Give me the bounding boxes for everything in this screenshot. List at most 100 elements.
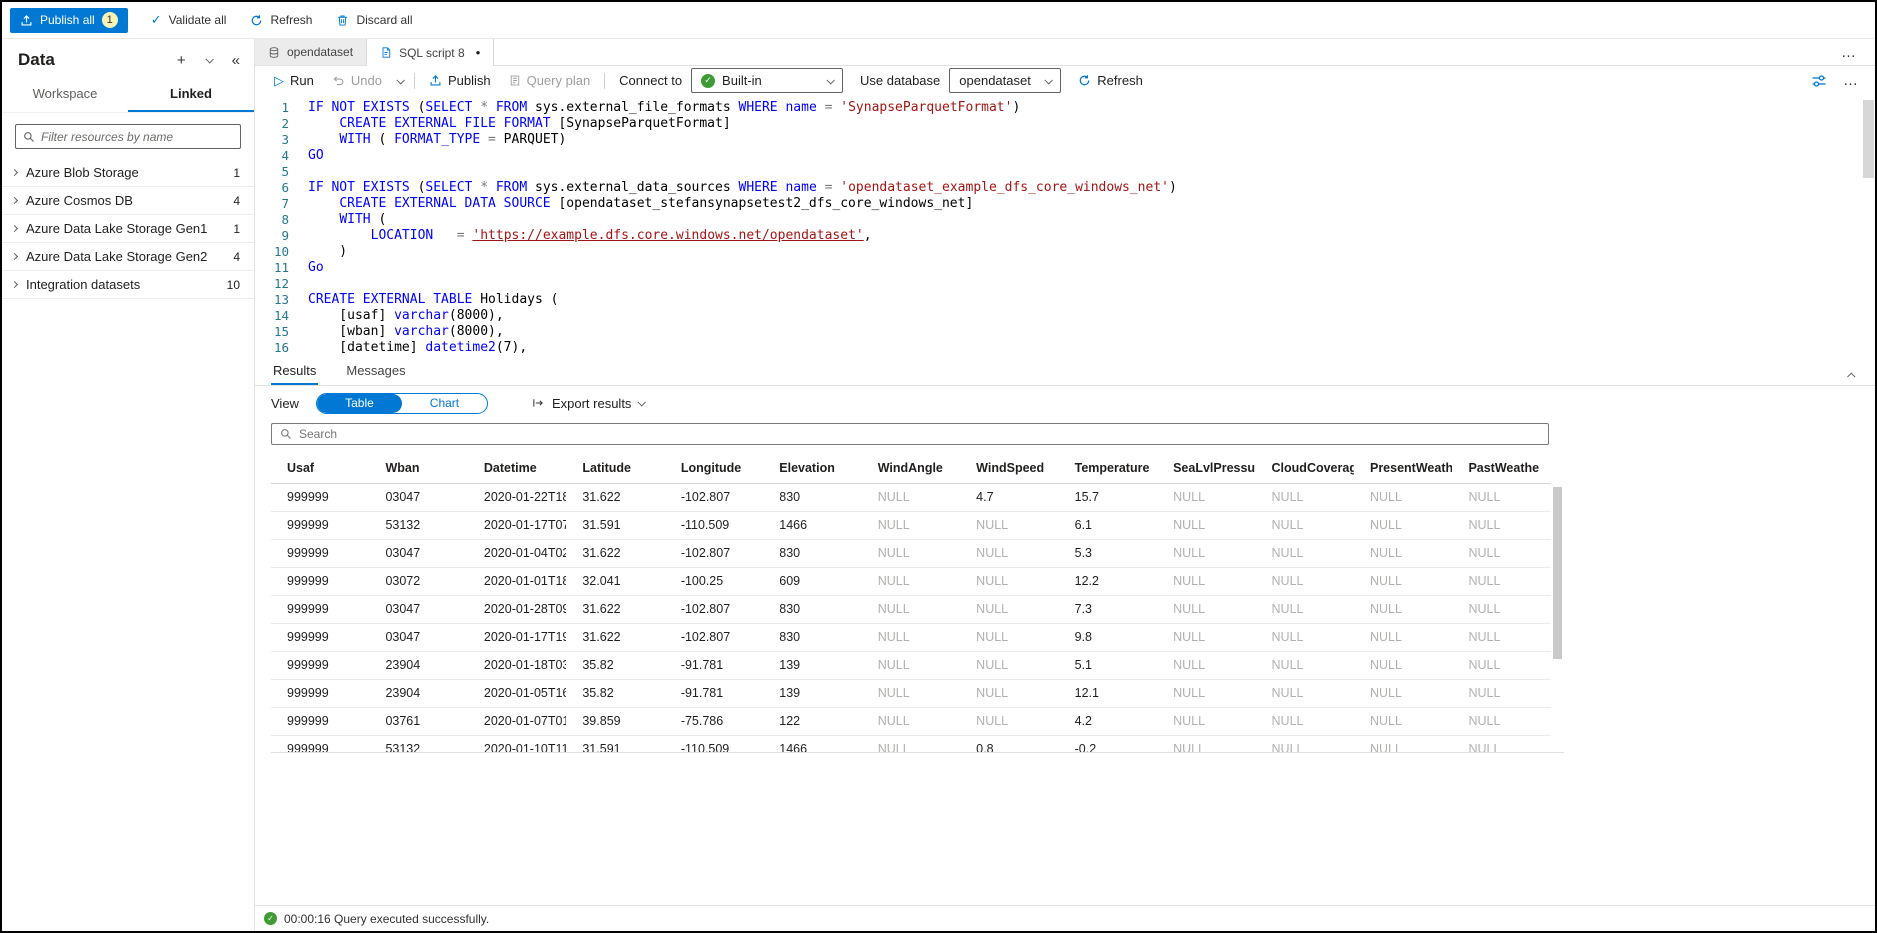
grid-cell: 2020-01-05T16:... [468, 679, 566, 707]
grid-cell: NULL [862, 651, 960, 679]
chevron-down-icon [1045, 76, 1053, 84]
line-number: 13 [255, 292, 289, 308]
editor-scrollbar[interactable] [1861, 95, 1875, 357]
code-line: 10 ) [255, 244, 1875, 260]
filter-resources-input[interactable] [41, 130, 233, 144]
tree-item[interactable]: Azure Blob Storage1 [2, 159, 254, 187]
main-area: opendataset SQL script 8 ● … ▷ Run [255, 39, 1875, 931]
tree-item[interactable]: Azure Cosmos DB4 [2, 187, 254, 215]
line-number: 7 [255, 196, 289, 212]
tree-item[interactable]: Azure Data Lake Storage Gen24 [2, 243, 254, 271]
publish-button[interactable]: Publish [420, 66, 500, 95]
discard-all-label: Discard all [356, 13, 412, 27]
view-chart-button[interactable]: Chart [402, 394, 487, 413]
query-plan-button[interactable]: Query plan [500, 66, 600, 95]
use-database-dropdown[interactable]: opendataset [949, 68, 1061, 93]
upload-icon [20, 14, 33, 27]
grid-cell: 4.2 [1059, 707, 1157, 735]
grid-cell: -102.807 [665, 595, 763, 623]
line-number: 5 [255, 164, 289, 180]
tab-workspace[interactable]: Workspace [2, 78, 128, 112]
grid-cell: -75.786 [665, 707, 763, 735]
grid-column-header: Longitude [665, 453, 763, 483]
line-number: 4 [255, 148, 289, 164]
add-resource-icon[interactable]: + [177, 53, 186, 68]
export-results-button[interactable]: Export results [531, 396, 644, 411]
tree-item[interactable]: Integration datasets10 [2, 271, 254, 299]
grid-cell: 12.2 [1059, 567, 1157, 595]
collapse-results-button[interactable] [1849, 367, 1855, 382]
tree-item-label: Azure Data Lake Storage Gen1 [26, 221, 207, 236]
grid-scrollbar[interactable] [1551, 453, 1564, 752]
undo-label: Undo [351, 73, 382, 88]
toolbar-separator [414, 73, 415, 89]
validate-all-button[interactable]: ✓ Validate all [140, 8, 238, 33]
grid-cell: 999999 [271, 707, 369, 735]
code-line: 6IF NOT EXISTS (SELECT * FROM sys.extern… [255, 180, 1875, 196]
grid-cell: 1466 [763, 511, 861, 539]
actions-chevron-icon[interactable] [206, 57, 212, 63]
grid-cell: 23904 [369, 651, 467, 679]
validate-all-label: Validate all [169, 13, 227, 27]
tab-opendataset[interactable]: opendataset [255, 39, 367, 65]
tree-item[interactable]: Azure Data Lake Storage Gen11 [2, 215, 254, 243]
sql-editor[interactable]: 1IF NOT EXISTS (SELECT * FROM sys.extern… [255, 95, 1875, 357]
code-line: 1IF NOT EXISTS (SELECT * FROM sys.extern… [255, 100, 1875, 116]
grid-cell: NULL [1452, 623, 1551, 651]
status-bar: ✓ 00:00:16 Query executed successfully. [255, 905, 1875, 931]
view-settings-icon[interactable] [1811, 73, 1827, 89]
tab-linked[interactable]: Linked [128, 78, 254, 112]
line-number: 12 [255, 276, 289, 292]
chevron-down-icon [638, 398, 646, 406]
scrollbar-thumb[interactable] [1863, 100, 1874, 178]
undo-dropdown-button[interactable] [391, 78, 409, 84]
grid-cell: 999999 [271, 595, 369, 623]
grid-cell: NULL [1452, 595, 1551, 623]
grid-cell: NULL [1256, 735, 1354, 753]
tree-item-count: 4 [233, 250, 240, 264]
play-icon: ▷ [274, 74, 284, 87]
grid-cell: NULL [1452, 483, 1551, 511]
grid-cell: 7.3 [1059, 595, 1157, 623]
more-actions-button[interactable]: … [1843, 72, 1859, 89]
code-line: 4GO [255, 148, 1875, 164]
view-table-button[interactable]: Table [317, 394, 402, 413]
grid-cell: NULL [1354, 679, 1452, 707]
tab-results[interactable]: Results [271, 357, 318, 385]
undo-button[interactable]: Undo [323, 66, 391, 95]
grid-cell: NULL [1256, 679, 1354, 707]
grid-cell: NULL [862, 511, 960, 539]
grid-column-header: WindSpeed [960, 453, 1058, 483]
publish-count-badge: 1 [102, 12, 118, 28]
refresh-all-button[interactable]: Refresh [239, 8, 323, 33]
grid-column-header: WindAngle [862, 453, 960, 483]
tree-item-label: Integration datasets [26, 277, 140, 292]
grid-column-header: Temperature [1059, 453, 1157, 483]
collapse-panel-icon[interactable]: « [232, 53, 240, 68]
publish-all-button[interactable]: Publish all 1 [10, 8, 128, 33]
connect-to-dropdown[interactable]: ✓ Built-in [691, 68, 843, 93]
tab-messages[interactable]: Messages [344, 357, 407, 385]
discard-all-button[interactable]: Discard all [325, 8, 423, 33]
grid-cell: 31.622 [566, 539, 664, 567]
run-button[interactable]: ▷ Run [265, 66, 323, 95]
publish-icon [429, 74, 442, 87]
grid-cell: NULL [862, 539, 960, 567]
results-search-input[interactable] [299, 427, 1540, 441]
refresh-button[interactable]: Refresh [1069, 66, 1152, 95]
grid-cell: NULL [960, 567, 1058, 595]
grid-cell: 2020-01-22T18:... [468, 483, 566, 511]
code-line: 2 CREATE EXTERNAL FILE FORMAT [SynapsePa… [255, 116, 1875, 132]
scrollbar-thumb[interactable] [1553, 487, 1562, 659]
grid-cell: 31.622 [566, 595, 664, 623]
tab-sql-script[interactable]: SQL script 8 ● [367, 39, 494, 66]
grid-cell: NULL [960, 511, 1058, 539]
grid-cell: 32.041 [566, 567, 664, 595]
grid-cell: NULL [960, 623, 1058, 651]
grid-cell: 2020-01-07T01:... [468, 707, 566, 735]
line-number: 10 [255, 244, 289, 260]
sidebar-tree: Azure Blob Storage1Azure Cosmos DB4Azure… [2, 159, 254, 299]
grid-cell: 9.8 [1059, 623, 1157, 651]
tab-overflow-button[interactable]: … [1841, 44, 1875, 61]
grid-cell: 53132 [369, 735, 467, 753]
